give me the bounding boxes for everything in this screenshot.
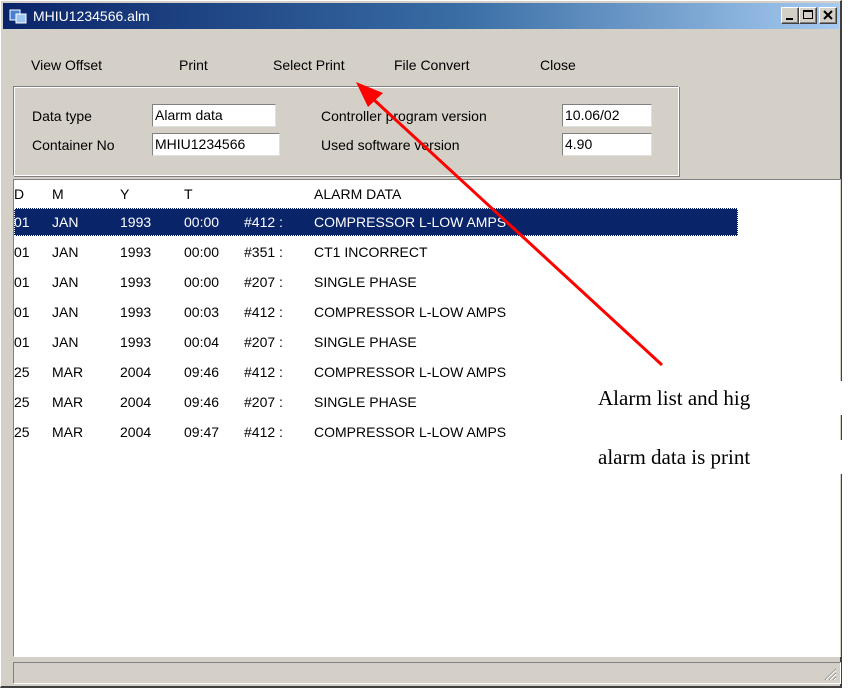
cell-time: 00:03 — [184, 304, 220, 320]
table-row[interactable]: 01 JAN 1993 00:00 #207 : SINGLE PHASE — [14, 268, 840, 296]
cell-month: JAN — [52, 334, 79, 350]
cell-alarm-message: SINGLE PHASE — [314, 274, 417, 290]
header-month: M — [52, 186, 64, 202]
cell-year: 2004 — [120, 394, 152, 410]
header-alarm-data: ALARM DATA — [314, 186, 402, 202]
cell-month: JAN — [52, 274, 79, 290]
cell-time: 09:46 — [184, 364, 220, 380]
software-version-label: Used software version — [321, 137, 460, 153]
cell-alarm-message: CT1 INCORRECT — [314, 244, 428, 260]
title-bar[interactable]: MHIU1234566.alm — [3, 3, 839, 29]
cell-alarm-code: #207 : — [244, 394, 283, 410]
menu-print[interactable]: Print — [179, 56, 208, 74]
cell-alarm-code: #412 : — [244, 364, 283, 380]
cell-month: MAR — [52, 394, 84, 410]
cell-month: JAN — [52, 244, 79, 260]
table-row[interactable]: 01 JAN 1993 00:00 #351 : CT1 INCORRECT — [14, 238, 840, 266]
data-type-field: Alarm data — [152, 104, 276, 127]
cell-month: JAN — [52, 214, 79, 230]
cell-alarm-message: SINGLE PHASE — [314, 334, 417, 350]
menu-view-offset[interactable]: View Offset — [31, 56, 102, 74]
cell-year: 1993 — [120, 334, 152, 350]
data-type-label: Data type — [32, 108, 92, 124]
cell-month: MAR — [52, 364, 84, 380]
cell-month: JAN — [52, 304, 79, 320]
cell-day: 01 — [14, 214, 30, 230]
resize-grip-icon[interactable] — [823, 667, 837, 681]
cell-day: 25 — [14, 394, 30, 410]
header-year: Y — [120, 186, 130, 202]
container-no-field: MHIU1234566 — [152, 133, 280, 156]
minimize-button[interactable] — [781, 7, 799, 24]
cell-time: 00:00 — [184, 244, 220, 260]
cell-alarm-code: #412 : — [244, 424, 283, 440]
cell-time: 09:46 — [184, 394, 220, 410]
header-day: D — [14, 186, 25, 202]
cell-alarm-message: COMPRESSOR L-LOW AMPS — [314, 424, 507, 440]
maximize-icon — [803, 10, 813, 19]
annotation-text-line-2: alarm data is print — [596, 440, 850, 474]
header-time: T — [184, 186, 193, 202]
cell-alarm-message: COMPRESSOR L-LOW AMPS — [314, 214, 507, 230]
menu-select-print[interactable]: Select Print — [273, 56, 345, 74]
cell-year: 1993 — [120, 244, 152, 260]
cell-year: 1993 — [120, 304, 152, 320]
list-header: D M Y T ALARM DATA — [14, 180, 840, 208]
alarm-list[interactable]: D M Y T ALARM DATA 01 JAN 1993 00:00 #412 : C… — [13, 179, 841, 657]
cell-day: 01 — [14, 334, 30, 350]
cell-day: 01 — [14, 304, 30, 320]
status-bar — [13, 662, 841, 684]
cell-year: 2004 — [120, 364, 152, 380]
cell-day: 25 — [14, 364, 30, 380]
close-window-button[interactable] — [819, 7, 837, 24]
cell-time: 00:00 — [184, 214, 220, 230]
cell-alarm-code: #207 : — [244, 334, 283, 350]
app-icon — [9, 9, 27, 24]
table-row[interactable]: 01 JAN 1993 00:03 #412 : COMPRESSOR L-LOW AMP… — [14, 298, 840, 326]
maximize-button[interactable] — [799, 7, 817, 24]
cell-day: 01 — [14, 244, 30, 260]
cell-time: 00:00 — [184, 274, 220, 290]
cell-month: MAR — [52, 424, 84, 440]
alarm-viewer-window: MHIU1234566.alm View Offset Print Select… — [0, 0, 842, 688]
window-title: MHIU1234566.alm — [33, 8, 150, 24]
cell-day: 25 — [14, 424, 30, 440]
table-row[interactable]: 01 JAN 1993 00:04 #207 : SINGLE PHASE — [14, 328, 840, 356]
controller-version-label: Controller program version — [321, 108, 487, 124]
cell-time: 09:47 — [184, 424, 220, 440]
cell-day: 01 — [14, 274, 30, 290]
cell-year: 1993 — [120, 214, 152, 230]
close-icon — [823, 10, 833, 20]
annotation-text-line-1: Alarm list and hig — [596, 381, 850, 415]
cell-alarm-message: COMPRESSOR L-LOW AMPS — [314, 364, 507, 380]
menu-file-convert[interactable]: File Convert — [394, 56, 469, 74]
cell-alarm-message: COMPRESSOR L-LOW AMPS — [314, 304, 507, 320]
cell-alarm-message: SINGLE PHASE — [314, 394, 417, 410]
table-row[interactable]: 01 JAN 1993 00:00 #412 : COMPRESSOR L-LOW AMP… — [14, 208, 738, 236]
info-panel: Data type Alarm data Container No MHIU12… — [13, 86, 679, 176]
minimize-icon — [786, 18, 793, 20]
controller-version-field: 10.06/02 — [562, 104, 652, 127]
cell-time: 00:04 — [184, 334, 220, 350]
software-version-field: 4.90 — [562, 133, 652, 156]
cell-alarm-code: #412 : — [244, 214, 283, 230]
cell-alarm-code: #207 : — [244, 274, 283, 290]
cell-year: 1993 — [120, 274, 152, 290]
cell-alarm-code: #351 : — [244, 244, 283, 260]
menu-close[interactable]: Close — [540, 56, 576, 74]
cell-alarm-code: #412 : — [244, 304, 283, 320]
cell-year: 2004 — [120, 424, 152, 440]
container-no-label: Container No — [32, 137, 115, 153]
